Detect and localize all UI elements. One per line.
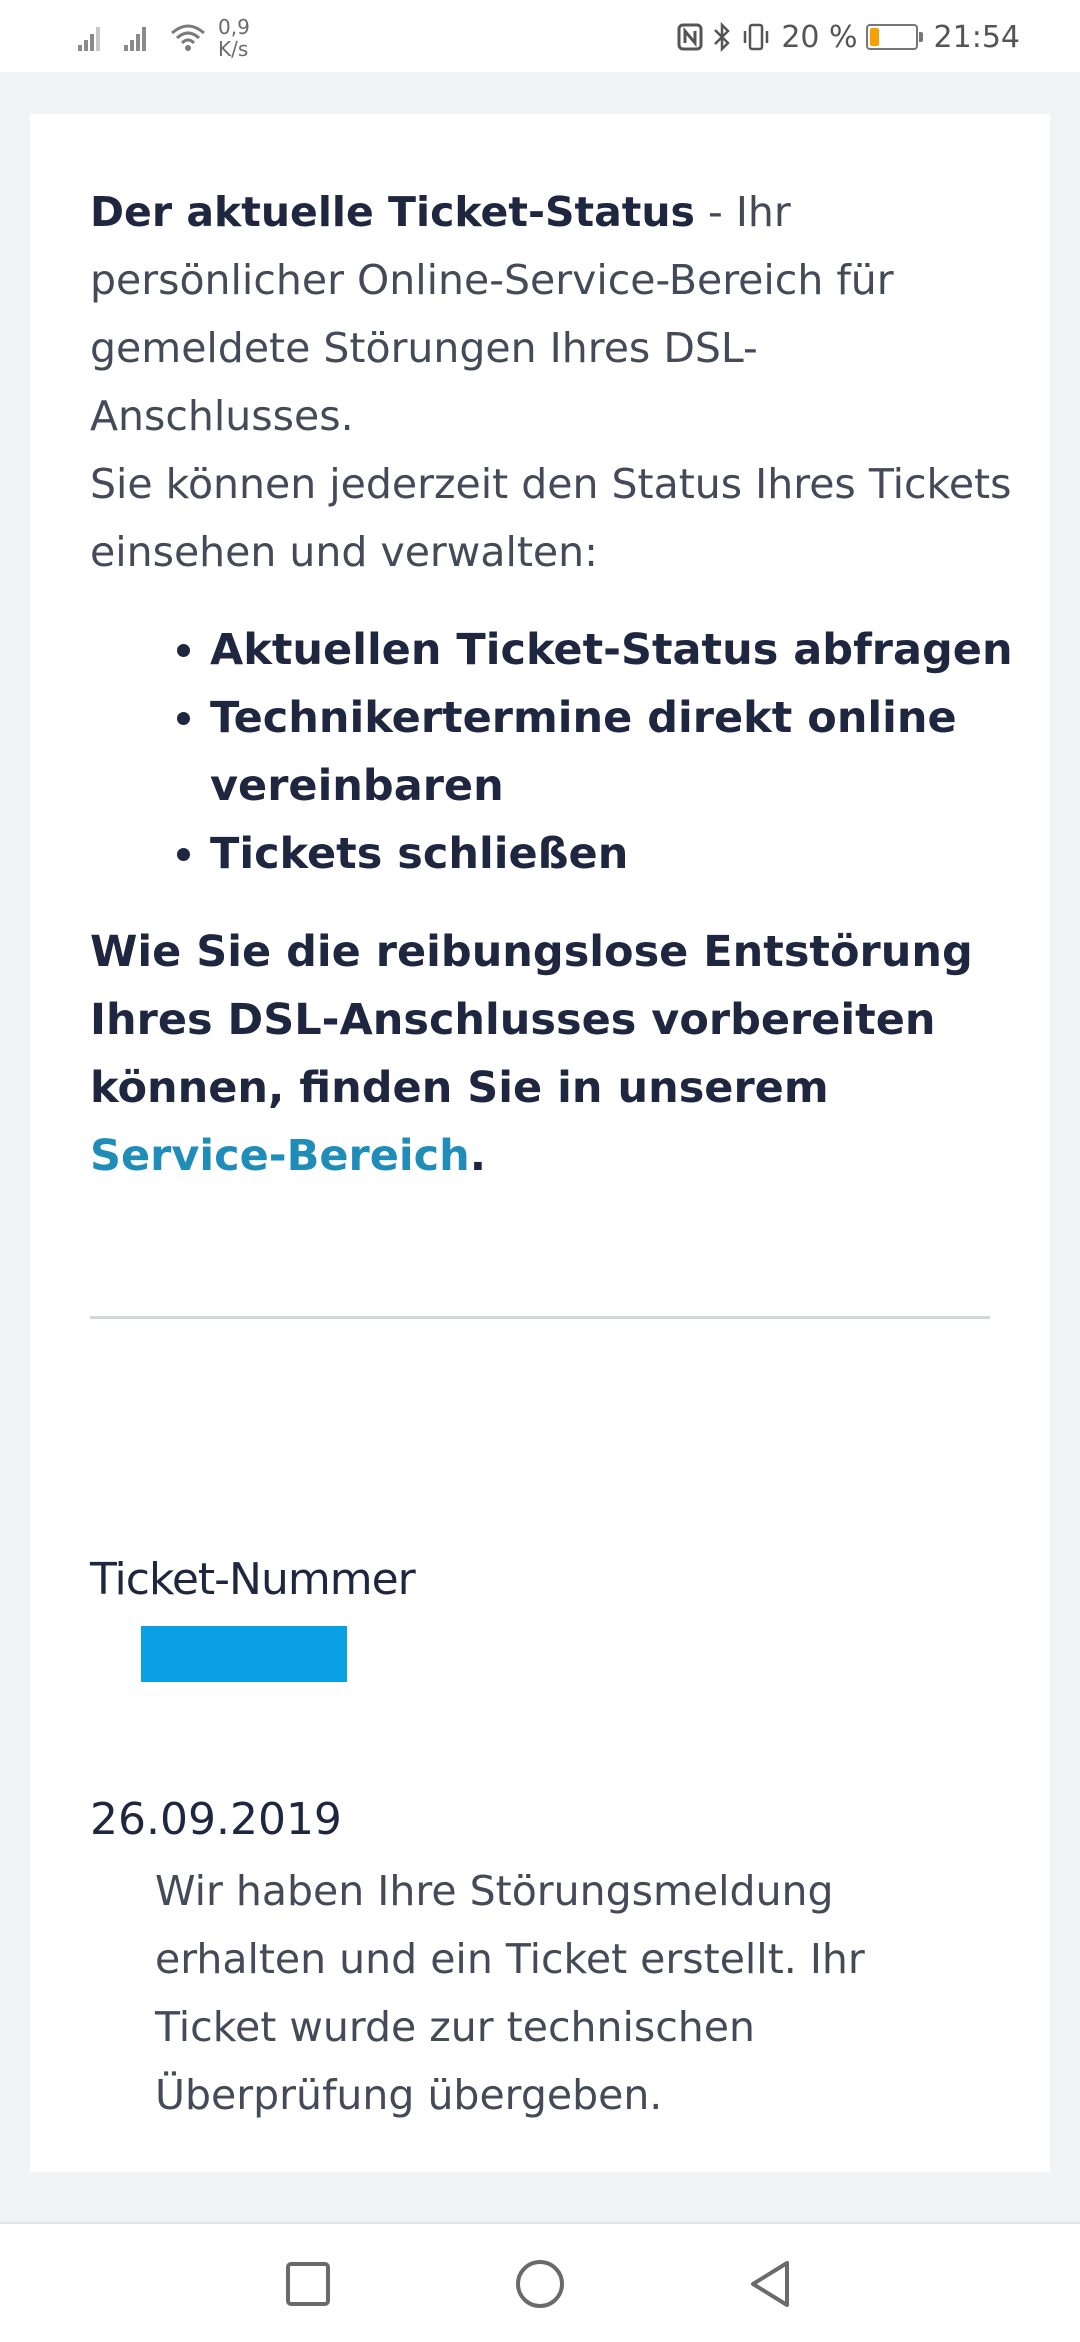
ticket-number-label: Ticket-Nummer: [90, 1554, 416, 1605]
list-item: Aktuellen Ticket-Status abfragen: [210, 616, 1020, 684]
intro-section: Der aktuelle Ticket-Status - Ihr persönl…: [90, 178, 1020, 1190]
battery-level: [869, 28, 880, 46]
network-speed-value: 0,9: [218, 15, 250, 39]
nfc-icon: [677, 23, 703, 51]
back-button[interactable]: [740, 2254, 800, 2314]
preparation-description: Wie Sie die reibungslose Entstörung Ihre…: [90, 927, 973, 1113]
vibrate-icon: [741, 22, 771, 52]
feature-list: Aktuellen Ticket-Status abfragen Technik…: [90, 616, 1020, 888]
signal-icon: [78, 25, 102, 51]
bluetooth-icon: [713, 22, 731, 52]
status-bar: 0,9 K/s 20 % 21:54: [0, 0, 1080, 72]
intro-description-2: Sie können jederzeit den Status Ihres Ti…: [90, 460, 1012, 576]
recent-apps-button[interactable]: [278, 2254, 338, 2314]
status-bar-right: 20 % 21:54: [677, 12, 1020, 62]
home-button[interactable]: [510, 2254, 570, 2314]
intro-title: Der aktuelle Ticket-Status: [90, 188, 695, 236]
network-speed: 0,9 K/s: [218, 16, 250, 60]
list-item: Technikertermine direkt online vereinbar…: [210, 684, 1020, 820]
history-text: Wir haben Ihre Störungsmeldung erhalten …: [155, 1867, 865, 2119]
intro-text: Der aktuelle Ticket-Status - Ihr persönl…: [90, 178, 1020, 586]
back-triangle-icon: [751, 2261, 789, 2307]
network-speed-unit: K/s: [218, 37, 249, 61]
navigation-bar: [0, 2222, 1080, 2342]
square-icon: [286, 2262, 330, 2306]
battery-icon: [865, 24, 923, 50]
ticket-number-redacted: [141, 1626, 347, 1682]
preparation-end: .: [469, 1131, 487, 1181]
wifi-icon: [171, 24, 205, 51]
status-bar-left: 0,9 K/s: [78, 14, 250, 62]
service-area-link[interactable]: Service-Bereich: [90, 1131, 470, 1181]
ticket-status-card: Der aktuelle Ticket-Status - Ihr persönl…: [30, 114, 1050, 2172]
divider: [90, 1316, 990, 1319]
battery-percent: 20 %: [781, 19, 858, 55]
history-date: 26.09.2019: [90, 1794, 342, 1845]
list-item: Tickets schließen: [210, 820, 1020, 888]
preparation-text: Wie Sie die reibungslose Entstörung Ihre…: [90, 918, 1020, 1190]
signal-icon: [124, 25, 148, 51]
circle-icon: [516, 2260, 564, 2308]
clock: 21:54: [933, 19, 1020, 55]
